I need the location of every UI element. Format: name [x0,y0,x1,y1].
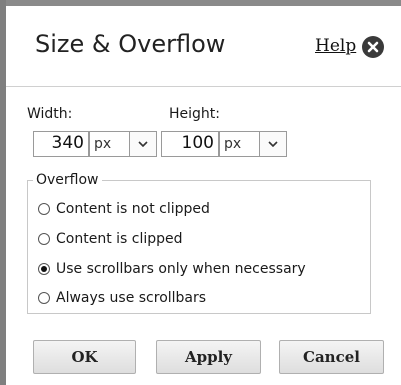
width-input[interactable]: 340 [33,131,89,157]
dialog-left-border [0,0,6,385]
size-overflow-dialog: Size & Overflow Help Width: 340 px Heigh… [0,0,401,385]
width-unit-select[interactable]: px [89,131,157,157]
ok-button[interactable]: OK [33,340,136,374]
radio-content-clipped[interactable]: Content is clipped [38,229,183,249]
dialog-top-border [0,0,401,6]
close-icon[interactable] [362,36,384,58]
width-label: Width: [27,106,73,122]
radio-content-not-clipped[interactable]: Content is not clipped [38,199,210,219]
apply-button[interactable]: Apply [156,340,261,374]
height-label: Height: [169,106,220,122]
radio-button-selected[interactable] [38,263,50,275]
height-input[interactable]: 100 [161,131,219,157]
radio-button[interactable] [38,203,50,215]
header-divider [6,86,401,87]
width-unit-value: px [94,136,112,152]
radio-label: Use scrollbars only when necessary [56,261,306,277]
chevron-down-icon[interactable] [129,132,156,156]
radio-always-scrollbars[interactable]: Always use scrollbars [38,288,206,308]
dialog-title: Size & Overflow [35,30,226,58]
help-link[interactable]: Help [315,36,356,56]
radio-button[interactable] [38,233,50,245]
chevron-down-icon[interactable] [259,132,286,156]
overflow-legend: Overflow [33,172,102,188]
cancel-button[interactable]: Cancel [279,340,384,374]
radio-label: Content is not clipped [56,201,210,217]
height-unit-select[interactable]: px [219,131,287,157]
height-unit-value: px [224,136,242,152]
radio-label: Always use scrollbars [56,290,207,306]
radio-label: Content is clipped [56,231,183,247]
radio-button[interactable] [38,292,50,304]
radio-scrollbars-when-necessary[interactable]: Use scrollbars only when necessary [38,259,306,279]
